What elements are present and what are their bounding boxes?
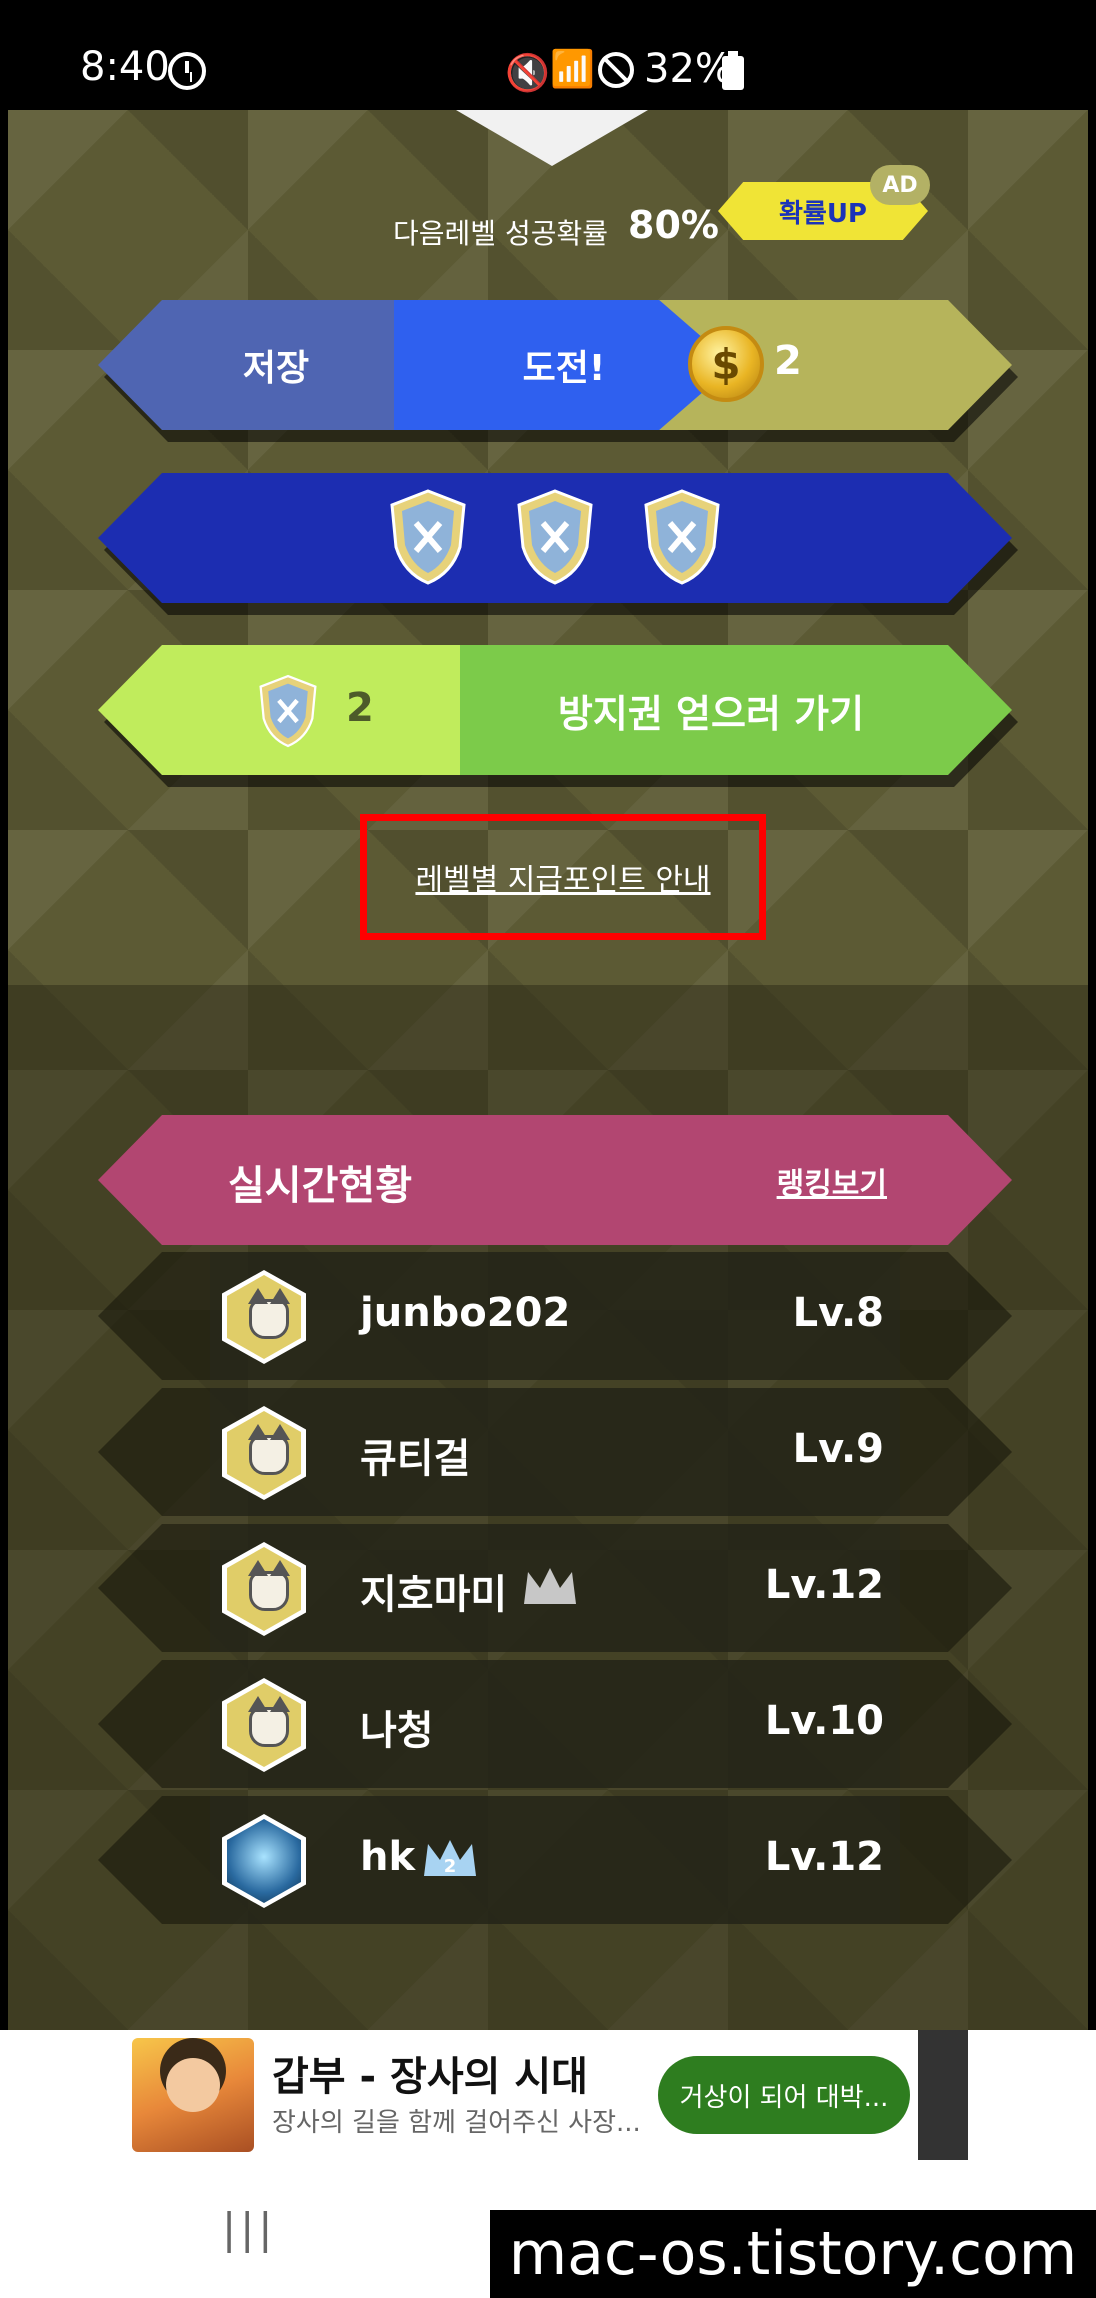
cat-icon (248, 1424, 290, 1475)
status-bar: 8:40 🔇 📶 32% (0, 0, 1096, 110)
ranking-name: 나청 (360, 1708, 434, 1754)
ranking-level: Lv.10 (764, 1698, 884, 1744)
coin-icon: $ (688, 326, 764, 402)
ranking-name: 지호마미 (360, 1572, 508, 1618)
do-not-disturb-icon (598, 52, 634, 88)
game-screen: 다음레벨 성공확률 80% 확률UP AD 저장 도전! $ 2 2 방지권 얻… (0, 110, 1096, 2030)
save-label: 저장 (242, 348, 310, 389)
ad-side-strip (918, 2030, 968, 2160)
ad-banner[interactable]: 갑부 - 장사의 시대 장사의 길을 함께 걸어주신 사장... 거상이 되어 … (0, 2030, 1096, 2160)
ad-cta-button[interactable]: 거상이 되어 대박... (658, 2056, 910, 2134)
shield-icon (259, 674, 317, 748)
ranking-name: 큐티걸 (360, 1436, 471, 1482)
battery-percent: 32% (644, 46, 733, 92)
cat-icon (248, 1560, 290, 1611)
get-shield-row: 2 방지권 얻으러 가기 (98, 645, 1012, 775)
status-time: 8:40 (80, 44, 170, 90)
crown-icon (524, 1568, 576, 1604)
level-points-guide-link[interactable]: 레벨별 지급포인트 안내 (415, 855, 710, 899)
shields-row (98, 473, 1012, 603)
avatar (222, 1406, 306, 1500)
ranking-row: 나청 Lv.10 (98, 1660, 1012, 1788)
wifi-icon: 📶 (550, 49, 595, 90)
ad-title: 갑부 - 장사의 시대 (272, 2054, 588, 2100)
challenge-label: 도전! (522, 348, 606, 389)
ranking-name: hk (360, 1834, 416, 1880)
battery-icon (722, 51, 744, 90)
down-arrow-icon (456, 110, 648, 166)
ranking-header: 실시간현황 랭킹보기 (98, 1115, 1012, 1245)
shield-icon (517, 489, 593, 585)
avatar (222, 1678, 306, 1772)
next-level-probability-value: 80% (628, 203, 719, 247)
ranking-list: junbo202 Lv.8 큐티걸 Lv.9 지호마미 Lv.12 나청 Lv.… (98, 1252, 1012, 1932)
ranking-row: 큐티걸 Lv.9 (98, 1388, 1012, 1516)
ad-cta-label: 거상이 되어 대박... (679, 2082, 889, 2113)
shield-count-area: 2 (98, 645, 460, 775)
coin-count: 2 (774, 338, 802, 384)
avatar (222, 1542, 306, 1636)
watermark: mac-os.tistory.com (490, 2210, 1096, 2298)
probability-up-label: 확률UP (778, 198, 867, 229)
get-shield-label: 방지권 얻으러 가기 (557, 691, 865, 736)
ranking-level: Lv.8 (792, 1290, 884, 1336)
ad-description: 장사의 길을 함께 걸어주신 사장... (272, 2108, 641, 2138)
shield-icon (390, 489, 466, 585)
ranking-name: junbo202 (360, 1290, 571, 1336)
recent-apps-icon[interactable]: ||| (222, 2204, 276, 2253)
cat-icon (248, 1696, 290, 1747)
alarm-clock-icon (168, 52, 206, 90)
tiger-icon (227, 1819, 301, 1903)
cat-icon (248, 1288, 290, 1339)
get-shield-button[interactable]: 방지권 얻으러 가기 (460, 645, 1012, 775)
ad-badge: AD (870, 165, 930, 205)
ranking-level: Lv.12 (764, 1834, 884, 1880)
ranking-level: Lv.9 (792, 1426, 884, 1472)
ranking-row: junbo202 Lv.8 (98, 1252, 1012, 1380)
next-level-probability-label: 다음레벨 성공확률 (393, 217, 608, 250)
ranking-title: 실시간현황 (228, 1163, 412, 1209)
ranking-row: 지호마미 Lv.12 (98, 1524, 1012, 1652)
shield-count: 2 (346, 685, 374, 731)
avatar (222, 1814, 306, 1908)
ad-thumbnail (132, 2038, 254, 2152)
highlight-box: 레벨별 지급포인트 안내 (360, 814, 766, 940)
shield-icon (644, 489, 720, 585)
mute-icon: 🔇 (505, 53, 550, 94)
play-row: 저장 도전! $ 2 (98, 300, 1012, 430)
view-ranking-link[interactable]: 랭킹보기 (777, 1159, 887, 1203)
ranking-row: hk 2 Lv.12 (98, 1796, 1012, 1924)
ranking-level: Lv.12 (764, 1562, 884, 1608)
avatar (222, 1270, 306, 1364)
crown-rank: 2 (444, 1856, 457, 1877)
crown-icon: 2 (424, 1840, 476, 1877)
